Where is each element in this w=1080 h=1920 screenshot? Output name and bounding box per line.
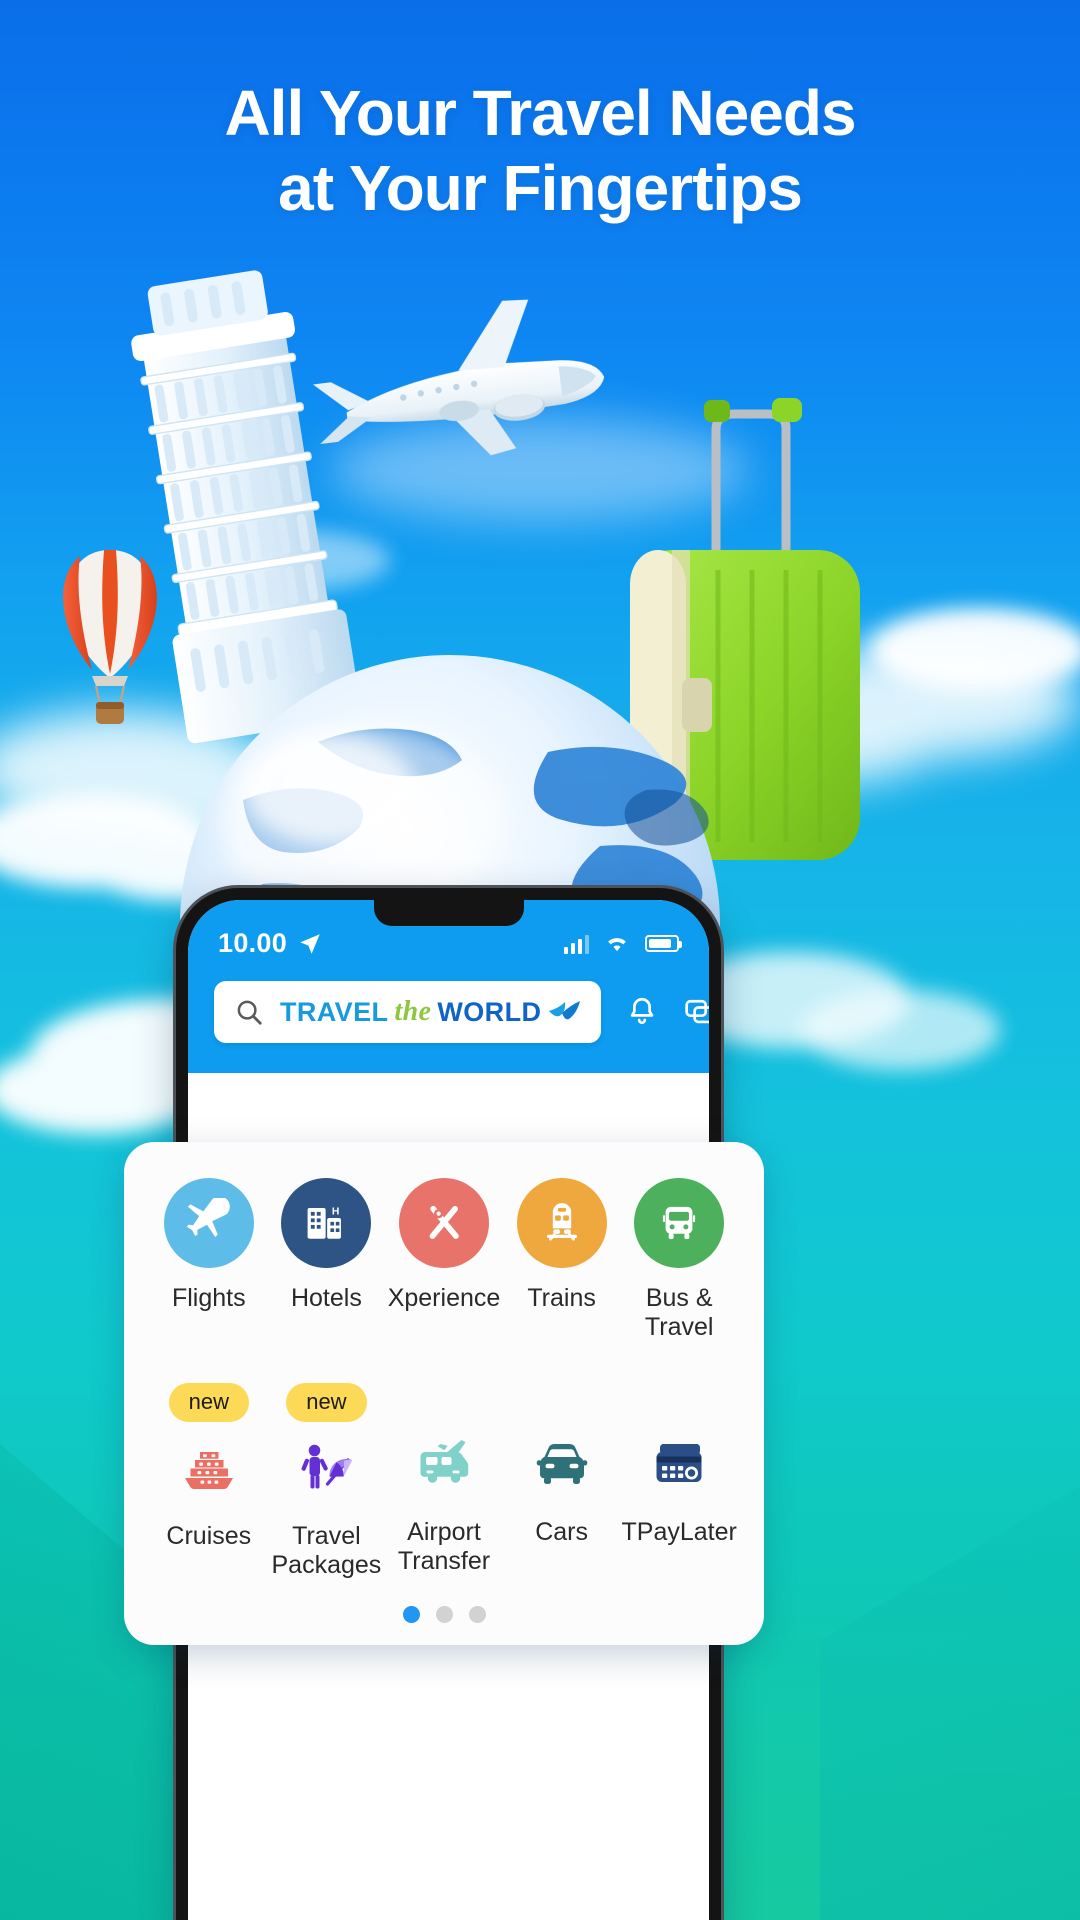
train-icon bbox=[546, 1203, 577, 1241]
hotels-icon-circle: H bbox=[281, 1178, 372, 1268]
service-tile-cars[interactable]: Cars bbox=[503, 1383, 621, 1581]
logo-world-text: WORLD bbox=[437, 996, 542, 1027]
service-tile-tpaylater[interactable]: TPayLater bbox=[620, 1383, 738, 1581]
airplane-icon bbox=[186, 1198, 230, 1238]
status-bar-right bbox=[564, 933, 682, 954]
credit-card-icon bbox=[656, 1443, 702, 1482]
cruises-icon-wrap bbox=[170, 1428, 248, 1506]
service-tile-cruises[interactable]: new Cruises bbox=[150, 1382, 268, 1581]
cars-icon-wrap bbox=[523, 1424, 601, 1502]
logo-travel-text: TRAVEL bbox=[280, 996, 389, 1027]
trains-icon-circle bbox=[516, 1178, 607, 1268]
location-arrow-icon bbox=[300, 933, 320, 954]
bus-icon bbox=[663, 1206, 696, 1240]
headline-line-2: at Your Fingertips bbox=[278, 151, 803, 224]
service-tile-travel-packages[interactable]: new Travel Packages bbox=[268, 1382, 386, 1581]
status-bar-left: 10.00 bbox=[218, 928, 323, 959]
headline-line-1: All Your Travel Needs bbox=[224, 77, 856, 149]
phone-notch bbox=[373, 900, 524, 926]
battery-icon bbox=[645, 935, 682, 952]
search-row: TRAVEL the WORLD bbox=[188, 959, 709, 1043]
service-label: Cruises bbox=[166, 1521, 252, 1550]
svg-text:H: H bbox=[332, 1207, 339, 1218]
service-label: TPayLater bbox=[621, 1517, 737, 1546]
service-label: Bus & Travel bbox=[644, 1284, 714, 1342]
status-badge: new bbox=[286, 1382, 367, 1422]
bell-icon bbox=[631, 997, 654, 1025]
service-label: Airport Transfer bbox=[397, 1517, 491, 1575]
beach-umbrella-icon bbox=[301, 1444, 353, 1488]
tpaylater-icon-wrap bbox=[640, 1424, 718, 1502]
service-tile-xperience[interactable]: Xperience bbox=[385, 1178, 503, 1343]
xperience-icon-circle bbox=[398, 1178, 489, 1268]
bus-icon-circle bbox=[634, 1178, 725, 1268]
services-row-1: Flights H Hotels Xperience Trains Bus & … bbox=[150, 1178, 738, 1343]
hotel-building-icon: H bbox=[307, 1207, 342, 1239]
service-label: Hotels bbox=[290, 1284, 362, 1312]
airport-transfer-icon-wrap bbox=[405, 1424, 483, 1502]
bird-logo-icon bbox=[549, 1001, 581, 1020]
crossed-sticks-icon bbox=[429, 1205, 459, 1239]
app-logo: TRAVEL the WORLD bbox=[280, 996, 581, 1028]
app-header: 10.00 TRAVEL the WORLD bbox=[188, 900, 709, 1073]
service-tile-trains[interactable]: Trains bbox=[503, 1178, 621, 1343]
service-tile-hotels[interactable]: H Hotels bbox=[268, 1178, 386, 1343]
service-label: Xperience bbox=[387, 1284, 501, 1312]
search-input[interactable]: TRAVEL the WORLD bbox=[214, 981, 602, 1043]
search-icon bbox=[237, 1000, 262, 1025]
cruise-ship-icon bbox=[184, 1451, 233, 1489]
notifications-button[interactable] bbox=[625, 995, 659, 1029]
service-tile-bus-travel[interactable]: Bus & Travel bbox=[620, 1178, 738, 1343]
service-label: Cars bbox=[535, 1517, 588, 1546]
pagination-dot-2[interactable] bbox=[435, 1606, 453, 1623]
service-label: Trains bbox=[527, 1284, 596, 1312]
status-badge: new bbox=[168, 1382, 249, 1422]
service-label: Flights bbox=[171, 1284, 246, 1312]
service-label: Travel Packages bbox=[271, 1521, 382, 1579]
cellular-signal-icon bbox=[564, 934, 589, 954]
shuttle-van-icon bbox=[420, 1439, 469, 1483]
pagination-dot-3[interactable] bbox=[468, 1606, 486, 1623]
messages-button[interactable] bbox=[683, 995, 709, 1029]
pagination-dots bbox=[150, 1606, 738, 1623]
services-row-2: new Cruises new Travel Packages Airport … bbox=[150, 1382, 738, 1581]
pagination-dot-1[interactable] bbox=[402, 1606, 420, 1623]
flights-icon-circle bbox=[163, 1178, 254, 1268]
page-title: All Your Travel Needs at Your Fingertips bbox=[0, 76, 1080, 226]
service-tile-airport-transfer[interactable]: Airport Transfer bbox=[385, 1383, 503, 1581]
service-tile-flights[interactable]: Flights bbox=[150, 1178, 268, 1343]
status-time: 10.00 bbox=[218, 928, 288, 958]
services-card: Flights H Hotels Xperience Trains Bus & … bbox=[124, 1142, 764, 1645]
logo-the-text: the bbox=[394, 996, 432, 1027]
car-icon bbox=[536, 1443, 587, 1484]
chat-icon bbox=[685, 999, 709, 1024]
wifi-icon bbox=[608, 938, 626, 952]
travel-packages-icon-wrap bbox=[287, 1428, 365, 1506]
